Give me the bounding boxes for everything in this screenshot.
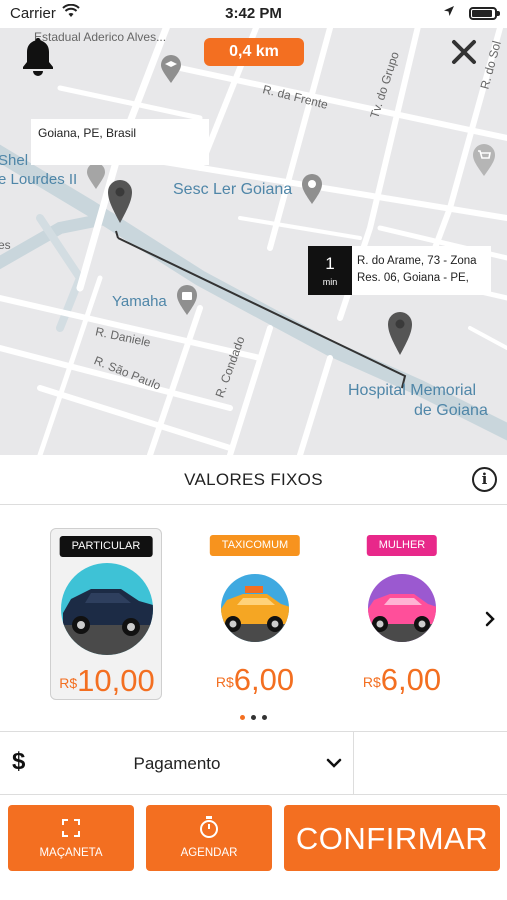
cart-poi-icon [473,144,495,176]
scan-frame-icon [62,819,80,837]
destination-address-line1: R. do Arame, 73 - Zona [357,255,477,267]
payment-row: $ Pagamento [0,731,507,795]
price-currency: R$ [362,674,381,690]
destination-callout[interactable]: 1 min R. do Arame, 73 - Zona Res. 06, Go… [308,246,491,295]
payment-selector[interactable]: Pagamento [0,754,354,774]
destination-address-line2: Res. 06, Goiana - PE, [357,272,469,284]
chevron-right-icon[interactable] [484,610,496,628]
notification-bell-icon[interactable] [18,36,58,78]
pagination-dot[interactable] [262,715,267,720]
vehicle-card-mulher[interactable]: MULHER R$6,00 [346,528,458,700]
vehicle-tag: PARTICULAR [59,536,153,557]
school-poi-icon [161,55,181,83]
carousel-pagination[interactable] [0,715,507,720]
taxi-car-icon [221,574,289,642]
confirm-button[interactable]: CONFIRMAR [284,805,500,871]
sesc-poi-icon [302,174,322,204]
origin-callout[interactable]: Goiana, PE, Brasil [31,119,209,165]
fixed-values-title: VALORES FIXOS [184,470,323,489]
stopwatch-icon [200,816,218,838]
price-value: 6,00 [233,662,295,697]
pagination-dot-active[interactable] [240,715,245,720]
price-value: 10,00 [77,663,155,698]
fixed-values-header: VALORES FIXOS i [0,455,507,505]
vehicle-price: R$6,00 [346,662,458,698]
payment-extra-field[interactable] [354,732,507,795]
handle-button-label: MAÇANETA [39,847,103,859]
origin-address: Goiana, PE, Brasil [38,126,137,140]
battery-icon [469,7,500,20]
schedule-button[interactable]: AGENDAR [146,805,272,871]
vehicle-card-particular[interactable]: PARTICULAR R$10,00 [50,528,162,700]
close-icon[interactable] [450,38,478,66]
eta-block: 1 min [308,246,352,295]
status-bar: Carrier 3:42 PM [0,0,507,28]
map-place-sesc: Sesc Ler Goiana [173,181,293,198]
confirm-button-label: CONFIRMAR [295,821,489,856]
vehicle-price: R$10,00 [51,663,163,699]
map-place-hospital-line1: Hospital Memorial [348,382,477,399]
map-place-shell: Shel [0,152,29,169]
map-place-es: es [0,238,11,252]
price-value: 6,00 [380,662,442,697]
private-car-icon [61,563,153,655]
price-currency: R$ [215,674,234,690]
map-place-yamaha: Yamaha [112,293,167,310]
origin-pin-icon [108,180,132,223]
destination-pin-icon [388,312,412,355]
pagination-dot[interactable] [251,715,256,720]
info-icon[interactable]: i [472,467,497,492]
vehicle-tag: MULHER [366,535,438,556]
chevron-down-icon[interactable] [326,757,342,769]
destination-address: R. do Arame, 73 - Zona Res. 06, Goiana -… [357,253,477,287]
vehicle-tag: TAXICOMUM [209,535,301,556]
status-time: 3:42 PM [225,5,282,22]
women-car-icon [368,574,436,642]
location-arrow-icon [444,6,454,16]
action-bar: MAÇANETA AGENDAR CONFIRMAR [0,795,507,900]
price-currency: R$ [59,675,78,691]
eta-unit: min [322,277,338,287]
shop-poi-icon [177,285,197,315]
vehicle-card-taxicomum[interactable]: TAXICOMUM R$6,00 [199,528,311,700]
vehicle-price: R$6,00 [199,662,311,698]
map-place-hospital-line2: de Goiana [414,402,488,419]
map-view[interactable]: Estadual Aderico Alves... Shel e Lourdes… [0,28,507,455]
map-place-lourdes: e Lourdes II [0,171,78,188]
vehicle-carousel[interactable]: PARTICULAR R$10,00 TAXICOMUM R$6,00 MULH… [0,505,507,730]
eta-minutes: 1 [325,254,335,273]
schedule-button-label: AGENDAR [180,847,238,859]
poi-marker-icon [87,163,105,189]
handle-button[interactable]: MAÇANETA [8,805,134,871]
distance-badge: 0,4 km [204,38,304,66]
